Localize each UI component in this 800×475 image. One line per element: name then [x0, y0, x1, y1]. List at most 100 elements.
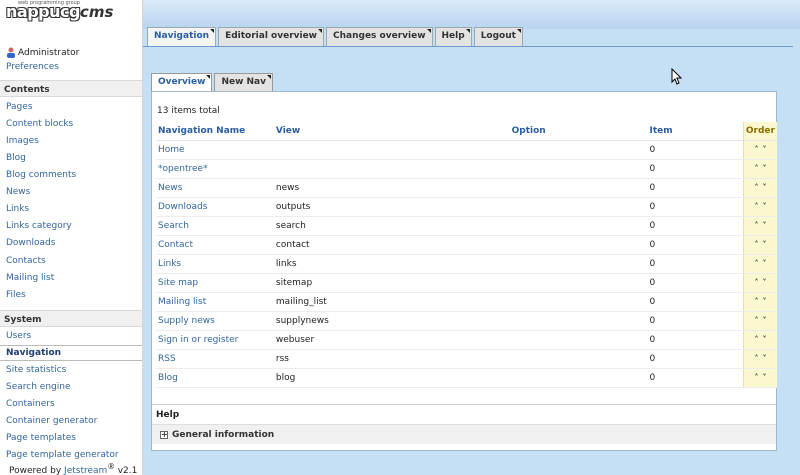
move-up-icon[interactable]: ˄ [754, 297, 758, 306]
sidebar-item-container-generator[interactable]: Container generator [6, 416, 97, 427]
sidebar-item-containers[interactable]: Containers [6, 399, 55, 410]
move-up-icon[interactable]: ˄ [754, 240, 758, 249]
move-up-icon[interactable]: ˄ [754, 145, 758, 154]
table-row: Sign in or register webuser 0 ˄ ˅ [156, 330, 777, 350]
row-name-link[interactable]: Links [156, 254, 274, 274]
move-down-icon[interactable]: ˅ [762, 316, 766, 325]
tab-label: Editorial overview [225, 31, 318, 41]
sidebar-item-images[interactable]: Images [6, 136, 39, 147]
row-name-link[interactable]: Supply news [156, 311, 274, 331]
row-view: contact [273, 235, 510, 255]
col-option[interactable]: Option [509, 122, 648, 141]
sidebar-item-links[interactable]: Links [6, 204, 29, 215]
tab-label: Changes overview [333, 31, 426, 41]
sidebar-item-page-templates[interactable]: Page templates [6, 433, 76, 444]
content-panel: 13 items total Navigation Name View Opti… [151, 91, 777, 451]
move-up-icon[interactable]: ˄ [754, 335, 758, 344]
move-down-icon[interactable]: ˅ [762, 240, 766, 249]
sub-navigation: Overview New Nav [151, 73, 275, 92]
row-name-link[interactable]: Home [156, 140, 274, 160]
col-view[interactable]: View [273, 122, 510, 141]
move-up-icon[interactable]: ˄ [754, 259, 758, 268]
col-item[interactable]: Item [647, 122, 744, 141]
tab-editorial-overview[interactable]: Editorial overview [218, 27, 325, 46]
sidebar-item-downloads[interactable]: Downloads [6, 238, 55, 249]
sidebar-item-navigation[interactable]: Navigation [0, 345, 142, 361]
row-name-link[interactable]: Downloads [156, 197, 274, 217]
move-up-icon[interactable]: ˄ [754, 221, 758, 230]
tab-help[interactable]: Help [434, 27, 472, 46]
move-up-icon[interactable]: ˄ [754, 354, 758, 363]
general-information-toggle[interactable]: + General information [152, 424, 776, 444]
row-item: 0 [647, 368, 744, 388]
move-down-icon[interactable]: ˅ [762, 145, 766, 154]
sidebar-item-blog-comments[interactable]: Blog comments [6, 170, 76, 181]
user-icon [6, 47, 16, 58]
row-item: 0 [647, 159, 744, 179]
move-up-icon[interactable]: ˄ [754, 373, 758, 382]
move-down-icon[interactable]: ˅ [762, 183, 766, 192]
jetstream-link[interactable]: Jetstream [64, 466, 107, 475]
row-name-link[interactable]: Contact [156, 235, 274, 255]
move-down-icon[interactable]: ˅ [762, 354, 766, 363]
move-down-icon[interactable]: ˅ [762, 164, 766, 173]
sidebar-item-links-category[interactable]: Links category [6, 221, 72, 232]
table-row: Mailing list mailing_list 0 ˄ ˅ [156, 292, 777, 312]
sidebar-item-blog[interactable]: Blog [6, 153, 26, 164]
sidebar-item-site-statistics[interactable]: Site statistics [6, 365, 66, 376]
move-down-icon[interactable]: ˅ [762, 202, 766, 211]
row-order: ˄ ˅ [742, 178, 777, 198]
row-name-link[interactable]: Search [156, 216, 274, 236]
table-row: Search search 0 ˄ ˅ [156, 216, 777, 236]
col-navigation-name[interactable]: Navigation Name [156, 122, 274, 141]
sidebar-item-content-blocks[interactable]: Content blocks [6, 119, 73, 130]
row-item: 0 [647, 254, 744, 274]
sidebar-item-files[interactable]: Files [6, 290, 26, 301]
move-down-icon[interactable]: ˅ [762, 221, 766, 230]
row-view: supplynews [273, 311, 510, 331]
row-item: 0 [647, 349, 744, 369]
user-name: Administrator [18, 47, 80, 58]
move-up-icon[interactable]: ˄ [754, 278, 758, 287]
sidebar-item-search-engine[interactable]: Search engine [6, 382, 70, 393]
move-up-icon[interactable]: ˄ [754, 316, 758, 325]
tab-changes-overview[interactable]: Changes overview [326, 27, 433, 46]
move-down-icon[interactable]: ˅ [762, 278, 766, 287]
move-down-icon[interactable]: ˅ [762, 335, 766, 344]
mouse-cursor-icon [671, 68, 683, 85]
tab-corner-icon [516, 29, 521, 33]
sidebar-item-contacts[interactable]: Contacts [6, 256, 46, 267]
tab-navigation[interactable]: Navigation [147, 27, 217, 46]
row-option [509, 292, 648, 312]
row-option [509, 197, 648, 217]
preferences-link[interactable]: Preferences [6, 62, 59, 72]
row-name-link[interactable]: *opentree* [156, 159, 274, 179]
row-item: 0 [647, 197, 744, 217]
sidebar-item-page-template-generator[interactable]: Page template generator [6, 450, 119, 461]
row-name-link[interactable]: RSS [156, 349, 274, 369]
row-name-link[interactable]: Site map [156, 273, 274, 293]
move-down-icon[interactable]: ˅ [762, 297, 766, 306]
move-down-icon[interactable]: ˅ [762, 259, 766, 268]
row-name-link[interactable]: Blog [156, 368, 274, 388]
move-up-icon[interactable]: ˄ [754, 202, 758, 211]
tab-overview[interactable]: Overview [151, 73, 213, 92]
row-name-link[interactable]: News [156, 178, 274, 198]
col-order: Order [742, 122, 777, 141]
tab-label: Overview [158, 77, 206, 87]
sidebar-item-mailing-list[interactable]: Mailing list [6, 273, 54, 284]
row-name-link[interactable]: Sign in or register [156, 330, 274, 350]
row-name-link[interactable]: Mailing list [156, 292, 274, 312]
expand-plus-icon[interactable]: + [160, 430, 168, 439]
tab-logout[interactable]: Logout [473, 27, 523, 46]
row-item: 0 [647, 216, 744, 236]
move-up-icon[interactable]: ˄ [754, 183, 758, 192]
tab-new-nav[interactable]: New Nav [214, 73, 273, 91]
move-up-icon[interactable]: ˄ [754, 164, 758, 173]
top-navigation: Navigation Editorial overview Changes over… [147, 27, 525, 47]
row-order: ˄ ˅ [742, 159, 777, 179]
sidebar-item-pages[interactable]: Pages [6, 102, 32, 113]
sidebar-item-news[interactable]: News [6, 187, 30, 198]
move-down-icon[interactable]: ˅ [762, 373, 766, 382]
sidebar-item-users[interactable]: Users [6, 331, 31, 342]
